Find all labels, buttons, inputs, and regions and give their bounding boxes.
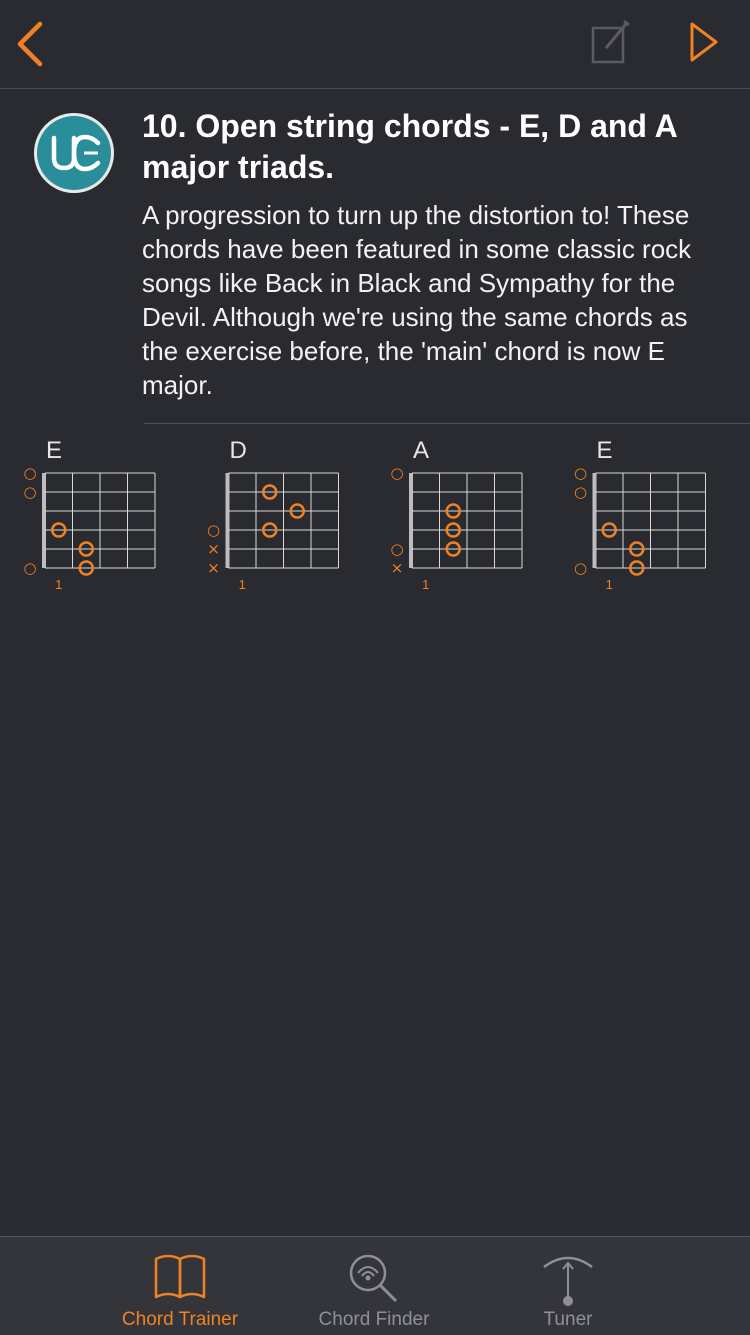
- open-string-mark: ○: [390, 464, 403, 482]
- fret-number-label: 1: [422, 577, 429, 592]
- open-string-mark: ○: [574, 559, 587, 577]
- open-string-mark: ○: [207, 521, 220, 539]
- chord-nut: [592, 473, 597, 568]
- edit-icon[interactable]: [588, 18, 634, 66]
- fret-number-label: 1: [239, 577, 246, 592]
- uc-logo-icon: [34, 113, 114, 193]
- chord-diagrams: E○○○1D○××1A○○×1E○○○1: [23, 437, 706, 592]
- open-string-mark: ○: [390, 540, 403, 558]
- book-icon: [154, 1254, 206, 1299]
- chord-name: A: [413, 437, 429, 464]
- magnifier-signal-icon: [349, 1254, 398, 1303]
- chord-name: E: [597, 437, 613, 464]
- open-string-mark: ○: [23, 464, 36, 482]
- open-string-mark: ○: [23, 483, 36, 501]
- chord-nut: [42, 473, 46, 568]
- chord-nut: [409, 473, 413, 568]
- tab-label: Chord Finder: [318, 1309, 430, 1330]
- nav-bar: [0, 0, 750, 89]
- muted-string-mark: ×: [207, 540, 220, 558]
- open-string-mark: ○: [574, 464, 587, 482]
- chord-nut: [225, 473, 230, 568]
- lesson-description: A progression to turn up the distortion …: [142, 200, 692, 400]
- tuner-icon: [543, 1256, 593, 1306]
- tab-label: Tuner: [543, 1309, 593, 1330]
- lesson-title: 10. Open string chords - E, D and A majo…: [142, 108, 677, 185]
- muted-string-mark: ×: [207, 559, 220, 577]
- chord-name: E: [46, 437, 62, 464]
- tab-chord-finder[interactable]: Chord Finder: [294, 1237, 454, 1335]
- chord-name: D: [230, 437, 247, 464]
- tab-label: Chord Trainer: [121, 1309, 239, 1330]
- open-string-mark: ○: [23, 559, 36, 577]
- play-icon[interactable]: [684, 18, 724, 66]
- muted-string-mark: ×: [391, 559, 404, 577]
- fret-number-label: 1: [606, 577, 613, 592]
- tab-chord-trainer[interactable]: Chord Trainer: [100, 1237, 260, 1335]
- divider: [144, 423, 750, 424]
- open-string-mark: ○: [574, 483, 587, 501]
- tab-tuner[interactable]: Tuner: [488, 1237, 648, 1335]
- fret-number-label: 1: [55, 577, 62, 592]
- tab-bar: Chord Trainer Chord Finder Tuner: [0, 1236, 750, 1335]
- back-chevron-icon[interactable]: [12, 18, 52, 70]
